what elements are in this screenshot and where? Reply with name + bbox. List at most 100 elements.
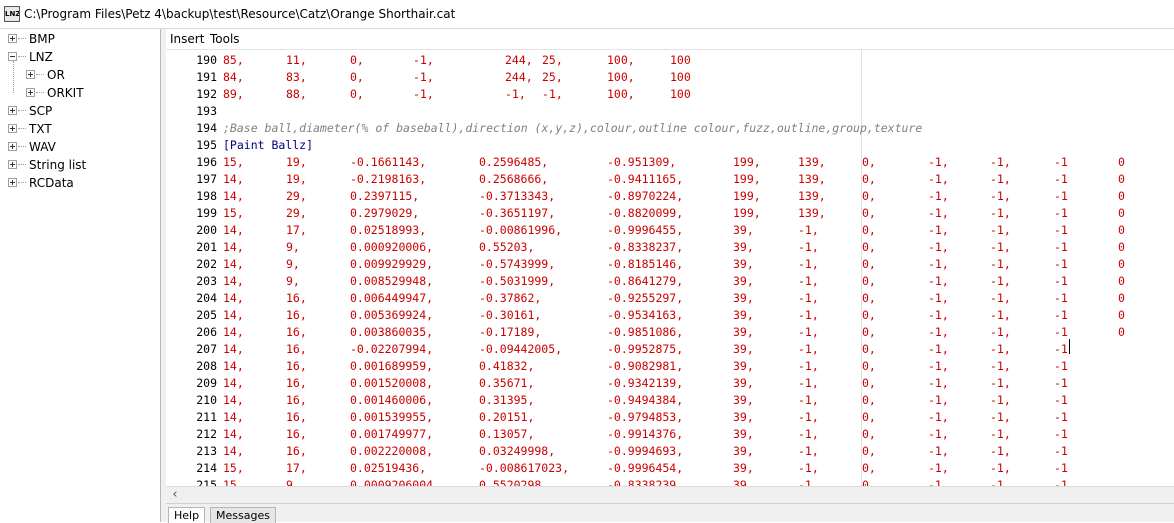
expand-plus-icon[interactable] (8, 124, 17, 133)
value-cell: 16, (286, 325, 307, 339)
line-number: 208 (196, 359, 217, 373)
tree-node-bmp[interactable]: BMP (0, 30, 160, 48)
value-cell: -1, (990, 359, 1011, 373)
expand-plus-icon[interactable] (8, 160, 17, 169)
code-line[interactable]: 204 14, 16, 0.006449947, -0.37862, -0.9255297… (166, 290, 1174, 307)
line-number: 192 (196, 87, 217, 101)
value-cell: -1, (990, 257, 1011, 271)
value-cell: 0.001689959, (350, 359, 434, 373)
tab-help[interactable]: Help (168, 507, 206, 523)
resource-tree[interactable]: BMP LNZ OR ORKIT SCP TXT WAV String list RCData (0, 29, 161, 522)
code-line[interactable]: 214 15, 17, 0.02519436, -0.008617023, -0.9996… (166, 460, 1174, 477)
collapse-minus-icon[interactable] (8, 52, 17, 61)
value-cell: -1, (990, 478, 1011, 486)
value-cell: -1, (990, 427, 1011, 441)
code-line[interactable]: 202 14, 9, 0.009929929, -0.5743999, -0.818514… (166, 256, 1174, 273)
menu-insert[interactable]: Insert (170, 32, 204, 46)
scroll-left-arrow-icon[interactable]: ‹ (168, 487, 182, 503)
value-cell: -1, (928, 172, 949, 186)
value-cell: 0.2397115, (350, 189, 420, 203)
value-cell: -0.8185146, (607, 257, 684, 271)
code-line[interactable]: 208 14, 16, 0.001689959, 0.41832, -0.9082981,… (166, 358, 1174, 375)
line-number: 206 (196, 325, 217, 339)
code-editor[interactable]: 190 85, 11, 0, -1, 244, 25, 100, 100 191 84, 83, 0, -… (166, 49, 1174, 486)
value-cell: -1, (928, 274, 949, 288)
code-line[interactable]: 206 14, 16, 0.003860035, -0.17189, -0.9851086… (166, 324, 1174, 341)
code-line[interactable]: 193 (166, 103, 1174, 120)
tree-connector (18, 146, 26, 147)
value-cell: 39, (733, 240, 754, 254)
code-line[interactable]: 215 15, 9, 0.0009206004, 0.5520298, -0.833823… (166, 477, 1174, 486)
value-cell: -0.30161, (479, 308, 542, 322)
value-cell: -0.2198163, (350, 172, 427, 186)
value-cell: -1 (1054, 308, 1068, 322)
value-cell: 0 (1118, 223, 1125, 237)
value-cell: 84, (223, 70, 244, 84)
code-line[interactable]: 210 14, 16, 0.001460006, 0.31395, -0.9494384,… (166, 392, 1174, 409)
value-cell: -1, (928, 393, 949, 407)
code-line[interactable]: 191 84, 83, 0, -1, 244, 25, 100, 100 (166, 69, 1174, 86)
expand-plus-icon[interactable] (8, 142, 17, 151)
code-line[interactable]: 200 14, 17, 0.02518993, -0.00861996, -0.99964… (166, 222, 1174, 239)
code-line[interactable]: 203 14, 9, 0.008529948, -0.5031999, -0.864127… (166, 273, 1174, 290)
value-cell: -1, (798, 410, 819, 424)
value-cell: 0, (862, 155, 876, 169)
code-line[interactable]: 213 14, 16, 0.002220008, 0.03249998, -0.99946… (166, 443, 1174, 460)
code-line[interactable]: 194 ;Base ball,diameter(% of baseball),di… (166, 120, 1174, 137)
tree-node-label: WAV (29, 140, 56, 154)
horizontal-scrollbar[interactable]: ‹ (166, 486, 1174, 503)
tree-node-wav[interactable]: WAV (0, 138, 160, 156)
tree-node-txt[interactable]: TXT (0, 120, 160, 138)
value-cell: 39, (733, 444, 754, 458)
value-cell: 14, (223, 240, 244, 254)
value-cell: 0, (862, 376, 876, 390)
expand-plus-icon[interactable] (26, 70, 35, 79)
value-cell: 14, (223, 274, 244, 288)
code-line[interactable]: 190 85, 11, 0, -1, 244, 25, 100, 100 (166, 52, 1174, 69)
line-number: 209 (196, 376, 217, 390)
menu-bar: Insert Tools (166, 29, 1174, 49)
code-line[interactable]: 198 14, 29, 0.2397115, -0.3713343, -0.8970224… (166, 188, 1174, 205)
code-line[interactable]: 197 14, 19, -0.2198163, 0.2568666, -0.9411165… (166, 171, 1174, 188)
tree-node-lnz[interactable]: LNZ (0, 48, 160, 66)
tab-messages[interactable]: Messages (210, 507, 276, 523)
code-line[interactable]: 205 14, 16, 0.005369924, -0.30161, -0.9534163… (166, 307, 1174, 324)
value-cell: -1, (990, 393, 1011, 407)
value-cell: -1, (505, 87, 526, 101)
code-line[interactable]: 211 14, 16, 0.001539955, 0.20151, -0.9794853,… (166, 409, 1174, 426)
value-cell: 39, (733, 376, 754, 390)
value-cell: 0.005369924, (350, 308, 434, 322)
line-number: 205 (196, 308, 217, 322)
line-number: 198 (196, 189, 217, 203)
code-line[interactable]: 209 14, 16, 0.001520008, 0.35671, -0.9342139,… (166, 375, 1174, 392)
value-cell: -1, (798, 461, 819, 475)
expand-plus-icon[interactable] (26, 88, 35, 97)
value-cell: -1, (798, 274, 819, 288)
code-line[interactable]: 196 15, 19, -0.1661143, 0.2596485, -0.951309,… (166, 154, 1174, 171)
tree-node-orkit[interactable]: ORKIT (0, 84, 160, 102)
value-cell: 14, (223, 427, 244, 441)
window-title: C:\Program Files\Petz 4\backup\test\Reso… (24, 7, 456, 21)
expand-plus-icon[interactable] (8, 178, 17, 187)
code-line[interactable]: 207 14, 16, -0.02207994, -0.09442005, -0.9952… (166, 341, 1174, 358)
menu-tools[interactable]: Tools (210, 32, 240, 46)
code-line[interactable]: 199 15, 29, 0.2979029, -0.3651197, -0.8820099… (166, 205, 1174, 222)
value-cell: -0.3713343, (479, 189, 556, 203)
value-cell: -1, (928, 410, 949, 424)
value-cell: 83, (286, 70, 307, 84)
expand-plus-icon[interactable] (8, 34, 17, 43)
value-cell: 0, (862, 461, 876, 475)
code-line[interactable]: 192 89, 88, 0, -1, -1, -1, 100, 100 (166, 86, 1174, 103)
section-header: [Paint Ballz] (223, 138, 314, 152)
code-line[interactable]: 212 14, 16, 0.001749977, 0.13057, -0.9914376,… (166, 426, 1174, 443)
tree-node-scp[interactable]: SCP (0, 102, 160, 120)
code-line[interactable]: 201 14, 9, 0.000920006, 0.55203, -0.8338237, 3… (166, 239, 1174, 256)
tree-node-string-list[interactable]: String list (0, 156, 160, 174)
tree-node-or[interactable]: OR (0, 66, 160, 84)
value-cell: 14, (223, 444, 244, 458)
code-line[interactable]: 195 [Paint Ballz] (166, 137, 1174, 154)
expand-plus-icon[interactable] (8, 106, 17, 115)
value-cell: -0.9342139, (607, 376, 684, 390)
value-cell: -1, (990, 240, 1011, 254)
tree-node-rcdata[interactable]: RCData (0, 174, 160, 192)
